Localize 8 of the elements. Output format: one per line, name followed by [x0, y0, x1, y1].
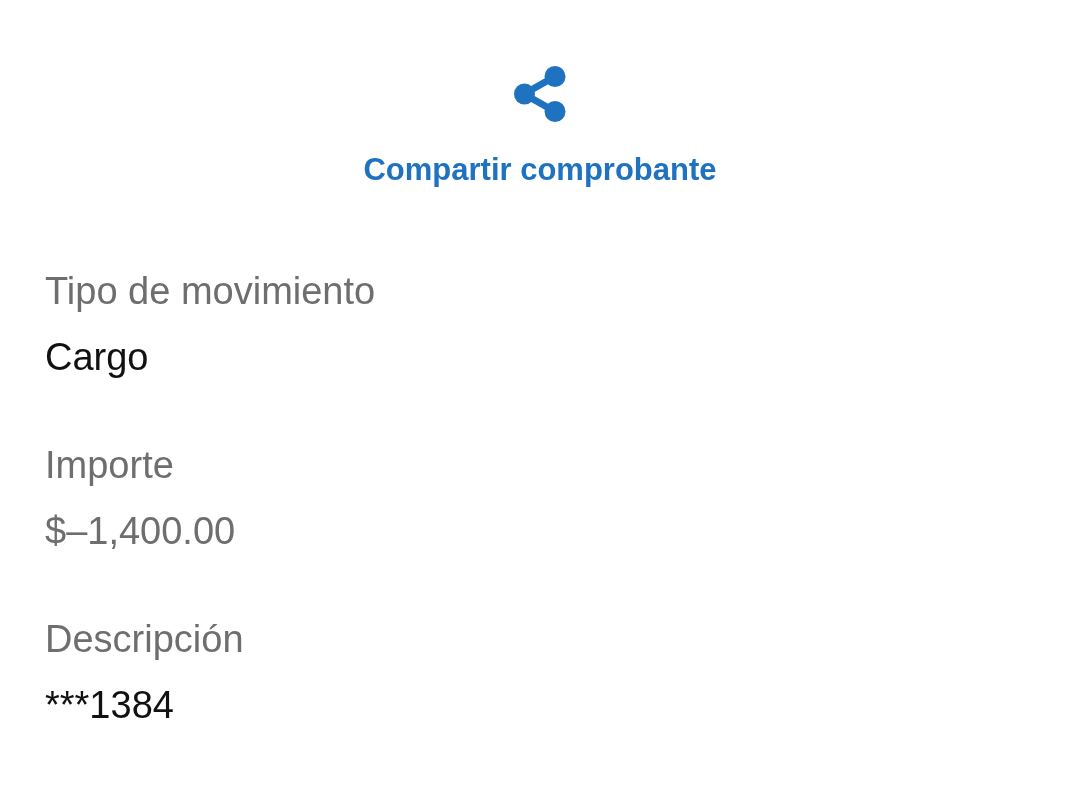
- field-value: Cargo: [45, 335, 150, 379]
- field-label: Descripción: [45, 617, 245, 661]
- field-label: Importe: [45, 443, 175, 487]
- field-value: $–1,400.00: [45, 509, 237, 553]
- share-icon[interactable]: [514, 66, 566, 122]
- share-receipt-link[interactable]: Compartir comprobante: [363, 152, 717, 188]
- field-value: ***1384: [45, 683, 175, 727]
- field-label: Tipo de movimiento: [45, 269, 377, 313]
